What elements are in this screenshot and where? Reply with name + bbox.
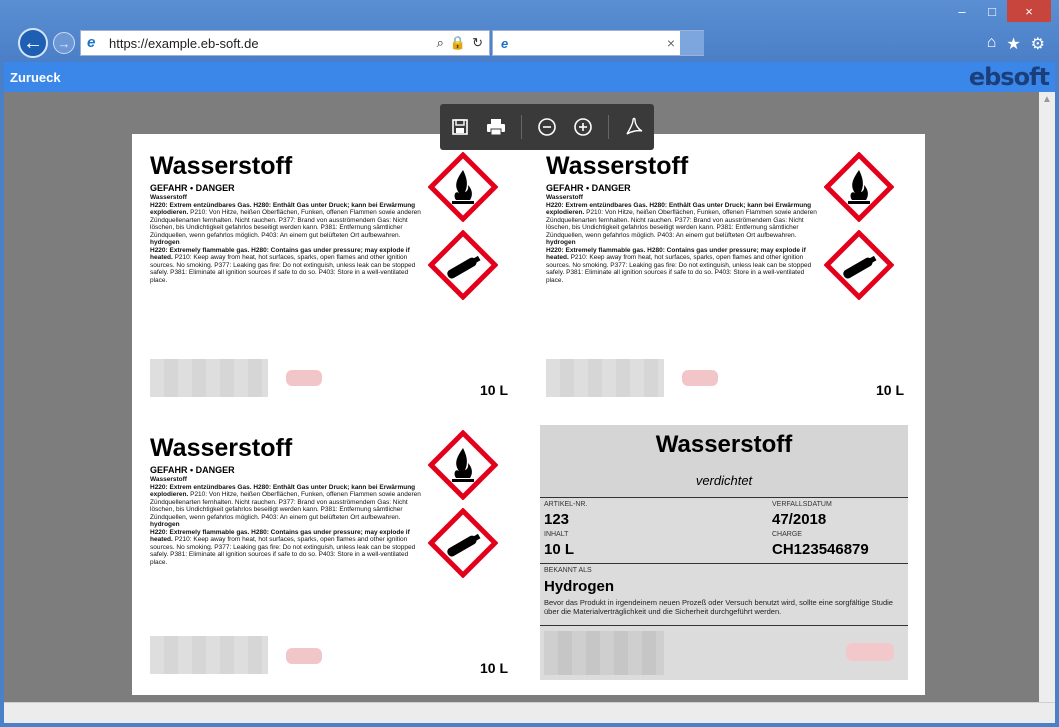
redacted-supplier-info xyxy=(544,631,664,675)
redacted-logo xyxy=(682,370,718,386)
lang-de: Wasserstoff xyxy=(150,194,187,201)
zoom-in-icon[interactable] xyxy=(572,116,594,138)
acrobat-icon[interactable] xyxy=(623,116,645,138)
precaution-en: P210: Keep away from heat, hot surfaces,… xyxy=(546,254,812,284)
flame-pictogram-icon xyxy=(823,151,895,223)
redacted-logo xyxy=(846,643,894,661)
precaution-en: P210: Keep away from heat, hot surfaces,… xyxy=(150,536,416,566)
lang-en: hydrogen xyxy=(150,521,180,528)
hazard-label: Wasserstoff GEFAHR • DANGER Wasserstoff … xyxy=(132,416,512,686)
label-title: Wasserstoff xyxy=(546,152,689,180)
app-header: Zurueck ebsoft xyxy=(4,62,1055,92)
save-icon[interactable] xyxy=(449,116,471,138)
browser-tab[interactable]: e × xyxy=(492,30,704,56)
toolbar-separator xyxy=(608,115,609,139)
pdf-toolbar xyxy=(440,104,654,150)
verfall-value: 47/2018 xyxy=(772,511,827,528)
maximize-button[interactable]: □ xyxy=(977,0,1007,22)
home-icon[interactable]: ⌂ xyxy=(987,34,997,54)
toolbar-separator xyxy=(521,115,522,139)
redacted-logo xyxy=(286,648,322,664)
gas-cylinder-pictogram-icon xyxy=(427,507,499,579)
minimize-button[interactable]: – xyxy=(947,0,977,22)
lang-en: hydrogen xyxy=(150,239,180,246)
safety-note: Bevor das Produkt in irgendeinem neuen P… xyxy=(544,598,893,616)
artikel-value: 123 xyxy=(544,511,570,528)
close-window-button[interactable]: × xyxy=(1007,0,1051,22)
search-icon[interactable]: ⌕ xyxy=(437,35,444,51)
flame-pictogram-icon xyxy=(427,151,499,223)
lang-de: Wasserstoff xyxy=(150,476,187,483)
inhalt-caption: INHALT xyxy=(544,531,569,538)
hazard-label: Wasserstoff GEFAHR • DANGER Wasserstoff … xyxy=(132,134,512,404)
address-bar[interactable]: e https://example.eb-soft.de ⌕ 🔒 ↻ xyxy=(80,30,490,56)
charge-value: CH123546879 xyxy=(772,541,869,558)
pdf-viewer: Wasserstoff GEFAHR • DANGER Wasserstoff … xyxy=(4,92,1055,702)
product-title: Wasserstoff xyxy=(655,431,793,458)
verfall-caption: VERFALLSDATUM xyxy=(772,501,832,508)
precaution-de: P210: Von Hitze, heißen Oberflächen, Fun… xyxy=(150,209,421,239)
product-info-label: Wasserstoff verdichtet ARTIKEL-NR. 123 V… xyxy=(540,425,908,680)
vertical-scrollbar[interactable]: ▲ xyxy=(1039,92,1055,702)
lang-en: hydrogen xyxy=(546,239,576,246)
redacted-supplier-info xyxy=(546,359,664,397)
charge-caption: CHARGE xyxy=(772,531,802,538)
lang-de: Wasserstoff xyxy=(546,194,583,201)
forward-button[interactable]: → xyxy=(53,32,75,54)
divider xyxy=(540,497,908,498)
redacted-logo xyxy=(286,370,322,386)
window-controls: – □ × xyxy=(947,0,1051,22)
lock-icon[interactable]: 🔒 xyxy=(450,35,466,51)
precaution-de: P210: Von Hitze, heißen Oberflächen, Fun… xyxy=(546,209,817,239)
label-title: Wasserstoff xyxy=(150,152,293,180)
signal-word: GEFAHR • DANGER xyxy=(546,183,631,193)
address-url[interactable]: https://example.eb-soft.de xyxy=(109,36,437,51)
label-sheet: Wasserstoff GEFAHR • DANGER Wasserstoff … xyxy=(132,134,925,695)
inhalt-value: 10 L xyxy=(544,541,575,558)
divider xyxy=(540,563,908,564)
tab-close-icon[interactable]: × xyxy=(667,35,675,51)
precaution-de: P210: Von Hitze, heißen Oberflächen, Fun… xyxy=(150,491,421,521)
tab-ie-icon: e xyxy=(501,35,509,51)
back-button[interactable]: ← xyxy=(18,28,48,58)
artikel-caption: ARTIKEL-NR. xyxy=(544,501,588,508)
refresh-icon[interactable]: ↻ xyxy=(472,35,483,51)
gas-cylinder-pictogram-icon xyxy=(427,229,499,301)
hazard-text: Wasserstoff H220: Extrem entzündbares Ga… xyxy=(150,476,426,566)
gas-cylinder-pictogram-icon xyxy=(823,229,895,301)
volume-label: 10 L xyxy=(479,382,508,398)
label-title: Wasserstoff xyxy=(150,434,293,462)
bekannt-caption: BEKANNT ALS xyxy=(544,567,592,574)
redacted-supplier-info xyxy=(150,359,268,397)
status-bar xyxy=(4,702,1055,723)
hazard-text: Wasserstoff H220: Extrem entzündbares Ga… xyxy=(150,194,426,284)
precaution-en: P210: Keep away from heat, hot surfaces,… xyxy=(150,254,416,284)
ebsoft-logo: ebsoft xyxy=(968,63,1050,91)
settings-icon[interactable]: ⚙ xyxy=(1031,34,1045,54)
volume-label: 10 L xyxy=(479,660,508,676)
signal-word: GEFAHR • DANGER xyxy=(150,183,235,193)
browser-titlebar: – □ × ← → e https://example.eb-soft.de ⌕… xyxy=(0,0,1059,62)
volume-label: 10 L xyxy=(875,382,904,398)
new-tab-button[interactable] xyxy=(680,31,704,55)
divider xyxy=(540,625,908,626)
flame-pictogram-icon xyxy=(427,429,499,501)
hazard-text: Wasserstoff H220: Extrem entzündbares Ga… xyxy=(546,194,822,284)
scroll-up-icon[interactable]: ▲ xyxy=(1039,94,1055,105)
zoom-out-icon[interactable] xyxy=(536,116,558,138)
back-link[interactable]: Zurueck xyxy=(10,70,61,85)
bekannt-value: Hydrogen xyxy=(544,578,615,595)
favorites-icon[interactable]: ★ xyxy=(1006,34,1020,54)
print-icon[interactable] xyxy=(485,116,507,138)
signal-word: GEFAHR • DANGER xyxy=(150,465,235,475)
ie-logo-icon: e xyxy=(87,34,96,51)
product-subtitle: verdichtet xyxy=(695,473,753,488)
hazard-label: Wasserstoff GEFAHR • DANGER Wasserstoff … xyxy=(528,134,908,404)
redacted-supplier-info xyxy=(150,636,268,674)
